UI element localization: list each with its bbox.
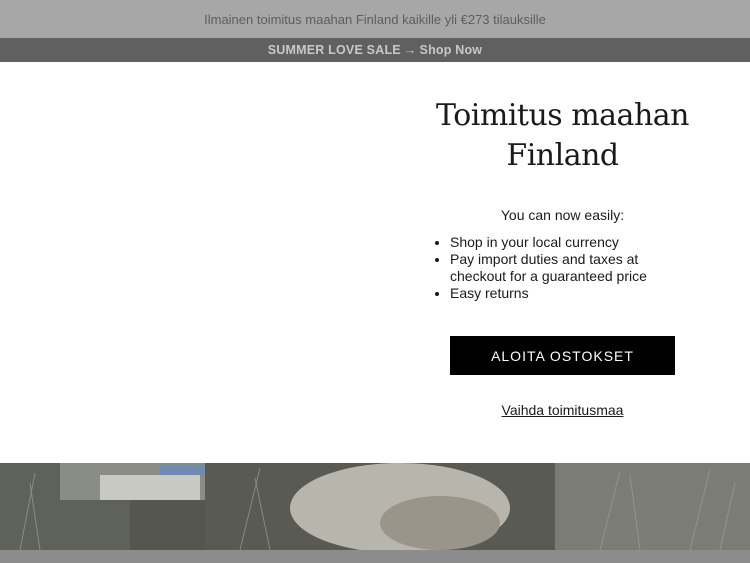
start-shopping-button[interactable]: ALOITA OSTOKSET [450,336,675,375]
benefits-list: Shop in your local currency Pay import d… [432,234,690,302]
modal-title-line-1: Toimitus maahan [436,98,689,133]
sale-label[interactable]: SUMMER LOVE SALE [268,43,401,57]
arrow-right-icon: → [403,43,417,57]
benefit-item-currency: Shop in your local currency [450,234,690,251]
modal-title-line-2: Finland [506,138,619,173]
background-photo-graphic [0,463,750,550]
modal-title: Toimitus maahan Finland [375,96,750,176]
bottom-strip [0,550,750,563]
promo-bar[interactable]: SUMMER LOVE SALE → Shop Now [0,38,750,62]
shipping-announcement-text: Ilmainen toimitus maahan Finland kaikill… [204,11,546,27]
modal-image-panel [0,62,375,463]
benefit-item-returns: Easy returns [450,285,690,302]
change-country-link[interactable]: Vaihda toimitusmaa [375,402,750,418]
benefit-item-duties: Pay import duties and taxes at checkout … [450,251,690,285]
country-modal: Toimitus maahan Finland You can now easi… [0,62,750,463]
modal-lead-text: You can now easily: [500,207,625,223]
background-photo [0,463,750,550]
shop-now-link[interactable]: Shop Now [420,43,483,57]
shipping-announcement-bar: Ilmainen toimitus maahan Finland kaikill… [0,0,750,38]
modal-content-panel: Toimitus maahan Finland You can now easi… [375,62,750,463]
